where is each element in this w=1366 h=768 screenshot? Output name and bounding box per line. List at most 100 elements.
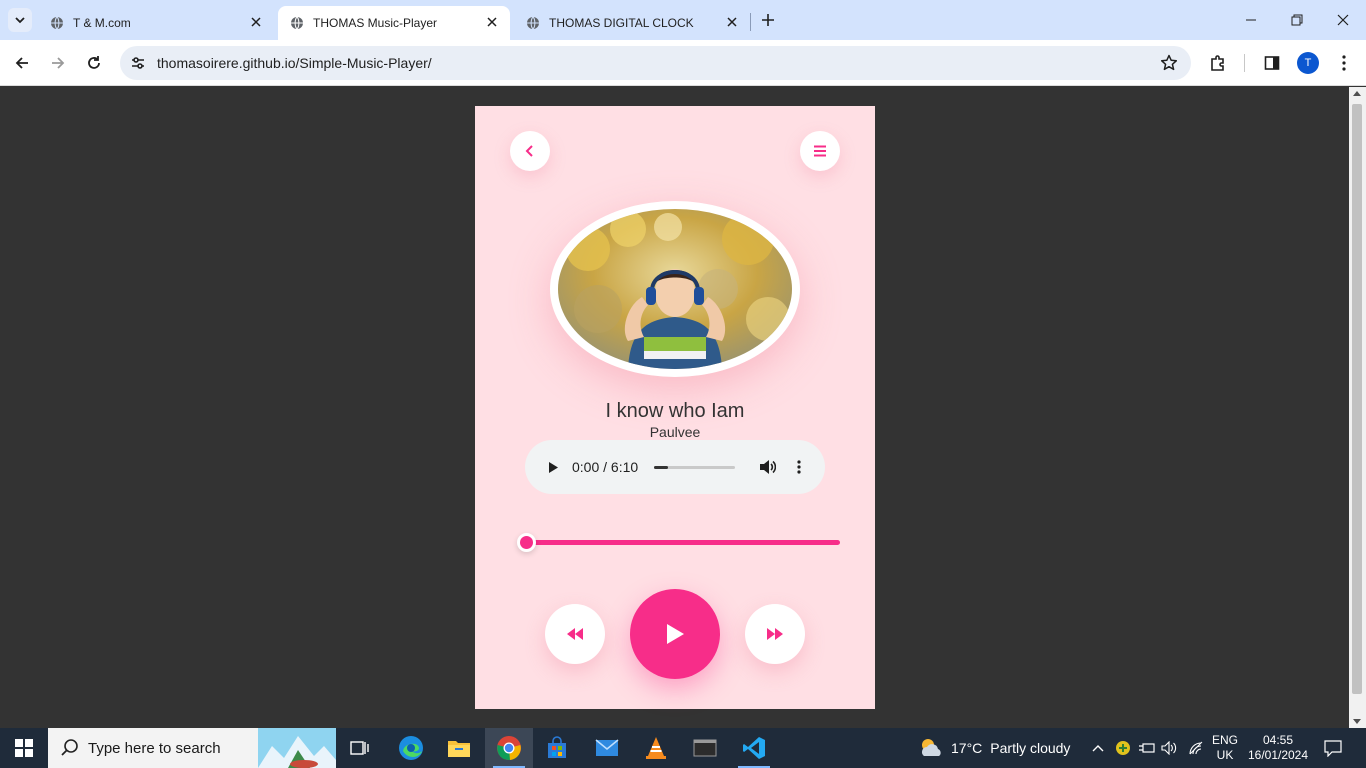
- taskbar-search-box[interactable]: Type here to search: [48, 728, 336, 768]
- page-viewport: I know who Iam Paulvee 0:00 / 6:10: [0, 87, 1349, 728]
- tab-digital-clock[interactable]: THOMAS DIGITAL CLOCK: [514, 6, 750, 40]
- audio-timeline-fill: [654, 466, 668, 469]
- seek-slider-handle[interactable]: [517, 533, 536, 552]
- store-app[interactable]: [533, 728, 581, 768]
- clock-date: 16/01/2024: [1247, 748, 1309, 762]
- tab-separator: [750, 13, 751, 31]
- task-view-button[interactable]: [336, 728, 384, 768]
- tab-title: THOMAS DIGITAL CLOCK: [549, 16, 694, 30]
- minimize-icon: [1246, 19, 1256, 21]
- fast-forward-icon: [767, 628, 783, 640]
- close-icon: [487, 17, 497, 27]
- terminal-icon: [693, 739, 717, 757]
- close-tab-button[interactable]: [724, 14, 740, 30]
- restore-button[interactable]: [1287, 10, 1307, 30]
- globe-icon: [527, 16, 539, 30]
- chrome-icon: [497, 736, 521, 761]
- mail-icon: [595, 739, 619, 756]
- scroll-down-arrow[interactable]: [1353, 719, 1361, 724]
- tray-app-icon: [1116, 741, 1130, 755]
- next-button[interactable]: [745, 604, 805, 664]
- browser-menu-button[interactable]: [1333, 52, 1355, 74]
- weather-widget[interactable]: 17°C Partly cloudy: [918, 728, 1070, 768]
- scroll-up-arrow[interactable]: [1353, 91, 1361, 96]
- chevron-up-icon: [1092, 745, 1104, 752]
- reload-button[interactable]: [83, 52, 105, 74]
- seek-slider[interactable]: [517, 533, 840, 552]
- arrow-left-icon: [15, 57, 28, 69]
- address-bar[interactable]: thomasoirere.github.io/Simple-Music-Play…: [120, 46, 1191, 80]
- back-button[interactable]: [11, 52, 33, 74]
- wifi-icon: [1189, 741, 1203, 755]
- notification-icon: [1324, 740, 1342, 757]
- audio-element: 0:00 / 6:10: [525, 440, 825, 494]
- back-nav-button[interactable]: [510, 131, 550, 171]
- extensions-button[interactable]: [1207, 52, 1229, 74]
- play-button[interactable]: [630, 589, 720, 679]
- chevron-left-icon: [525, 145, 533, 157]
- search-placeholder: Type here to search: [88, 740, 221, 757]
- tune-icon: [132, 57, 144, 69]
- globe-icon: [291, 16, 303, 30]
- hamburger-icon: [814, 145, 826, 157]
- mail-app[interactable]: [583, 728, 631, 768]
- battery-button[interactable]: [1137, 738, 1157, 758]
- site-info-button[interactable]: [128, 53, 148, 73]
- close-icon: [251, 17, 261, 27]
- chrome-app[interactable]: [485, 728, 533, 768]
- page-scrollbar[interactable]: [1349, 87, 1366, 728]
- profile-avatar[interactable]: T: [1297, 52, 1319, 74]
- input-language-button[interactable]: ENG UK: [1210, 733, 1240, 763]
- arrow-right-icon: [52, 57, 65, 69]
- terminal-app[interactable]: [681, 728, 729, 768]
- plus-icon: [762, 14, 774, 26]
- scrollbar-thumb[interactable]: [1352, 104, 1362, 694]
- play-icon: [548, 461, 558, 473]
- minimize-button[interactable]: [1241, 10, 1261, 30]
- partly-cloudy-icon: [922, 739, 941, 756]
- audio-timeline[interactable]: [654, 466, 735, 469]
- forward-button[interactable]: [47, 52, 69, 74]
- side-panel-button[interactable]: [1261, 52, 1283, 74]
- show-hidden-icons-button[interactable]: [1088, 738, 1108, 758]
- vscode-app[interactable]: [730, 728, 778, 768]
- more-vertical-icon: [1342, 55, 1346, 71]
- rewind-icon: [567, 628, 583, 640]
- bookmark-button[interactable]: [1159, 53, 1179, 73]
- speaker-icon: [1161, 741, 1177, 755]
- close-window-button[interactable]: [1333, 10, 1353, 30]
- search-highlight-illustration: [258, 728, 336, 768]
- clock-button[interactable]: 04:55 16/01/2024: [1244, 733, 1312, 763]
- new-tab-button[interactable]: [758, 10, 778, 30]
- vlc-app[interactable]: [632, 728, 680, 768]
- audio-options-button[interactable]: [793, 457, 805, 477]
- audio-mute-button[interactable]: [757, 457, 777, 477]
- notifications-button[interactable]: [1322, 737, 1344, 759]
- tab-tm-com[interactable]: T & M.com: [38, 6, 274, 40]
- close-tab-button[interactable]: [484, 14, 500, 30]
- close-tab-button[interactable]: [248, 14, 264, 30]
- tab-search-button[interactable]: [8, 8, 32, 32]
- tab-strip: T & M.com THOMAS Music-Player THOMAS DIG…: [0, 0, 1366, 40]
- audio-play-button[interactable]: [545, 459, 561, 475]
- edge-app[interactable]: [387, 728, 435, 768]
- network-button[interactable]: [1186, 738, 1206, 758]
- tray-app-button[interactable]: [1113, 738, 1133, 758]
- close-icon: [1337, 14, 1349, 26]
- power-plug-icon: [1139, 743, 1155, 753]
- start-button[interactable]: [0, 728, 48, 768]
- song-artist: Paulvee: [649, 424, 701, 440]
- tab-title: T & M.com: [73, 16, 131, 30]
- previous-button[interactable]: [545, 604, 605, 664]
- clock-time: 04:55: [1262, 733, 1294, 747]
- audio-time: 0:00 / 6:10: [572, 459, 639, 475]
- puzzle-icon: [1211, 55, 1224, 71]
- volume-icon: [759, 460, 776, 474]
- file-explorer-app[interactable]: [435, 728, 483, 768]
- chevron-down-icon: [15, 17, 25, 24]
- url-text: thomasoirere.github.io/Simple-Music-Play…: [157, 55, 432, 71]
- menu-button[interactable]: [800, 131, 840, 171]
- volume-button[interactable]: [1160, 738, 1180, 758]
- music-player-card: I know who Iam Paulvee 0:00 / 6:10: [475, 106, 875, 709]
- tab-music-player[interactable]: THOMAS Music-Player: [278, 6, 510, 40]
